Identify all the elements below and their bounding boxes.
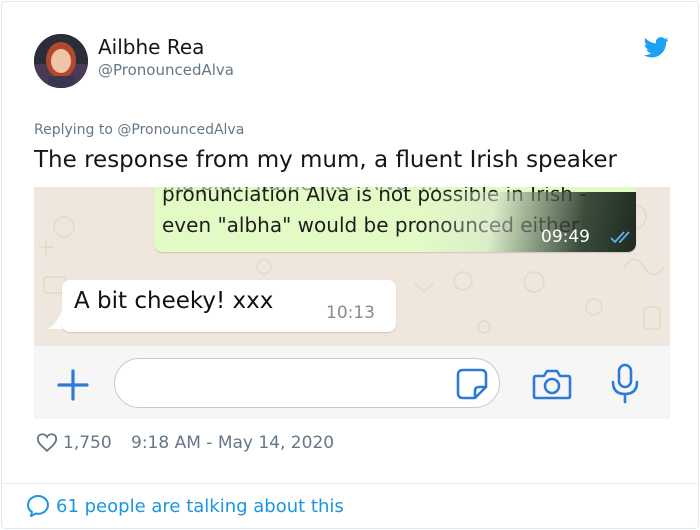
- divider: [2, 483, 698, 484]
- user-handle[interactable]: @PronouncedAlva: [98, 61, 234, 79]
- double-check-icon: [610, 231, 630, 244]
- avatar[interactable]: [34, 34, 88, 88]
- incoming-message-time: 10:13: [326, 303, 375, 323]
- incoming-message-text: A bit cheeky! xxx: [74, 288, 274, 314]
- replying-to[interactable]: Replying to @PronouncedAlva: [34, 122, 244, 138]
- message-input-bar: [34, 345, 670, 419]
- plus-icon[interactable]: [56, 368, 90, 402]
- image-shadow: [416, 192, 636, 252]
- tweet-card: Ailbhe Rea @PronouncedAlva Replying to @…: [1, 1, 699, 529]
- tweet-timestamp[interactable]: 9:18 AM - May 14, 2020: [131, 433, 334, 453]
- twitter-bird-icon[interactable]: [644, 37, 669, 58]
- outgoing-message-time: 09:49: [541, 227, 590, 247]
- chat-screenshot[interactable]: …a plain name like 'Alva' … pronunciatio…: [34, 187, 670, 419]
- message-input[interactable]: [114, 358, 500, 408]
- conversation-link[interactable]: 61 people are talking about this: [56, 496, 344, 517]
- camera-icon[interactable]: [532, 367, 572, 401]
- display-name[interactable]: Ailbhe Rea: [98, 35, 204, 59]
- heart-icon[interactable]: [36, 432, 58, 453]
- sticker-icon[interactable]: [455, 367, 489, 401]
- speech-bubble-icon[interactable]: [26, 494, 50, 518]
- microphone-icon[interactable]: [610, 363, 640, 405]
- tweet-text: The response from my mum, a fluent Irish…: [34, 147, 617, 173]
- like-count[interactable]: 1,750: [63, 433, 112, 453]
